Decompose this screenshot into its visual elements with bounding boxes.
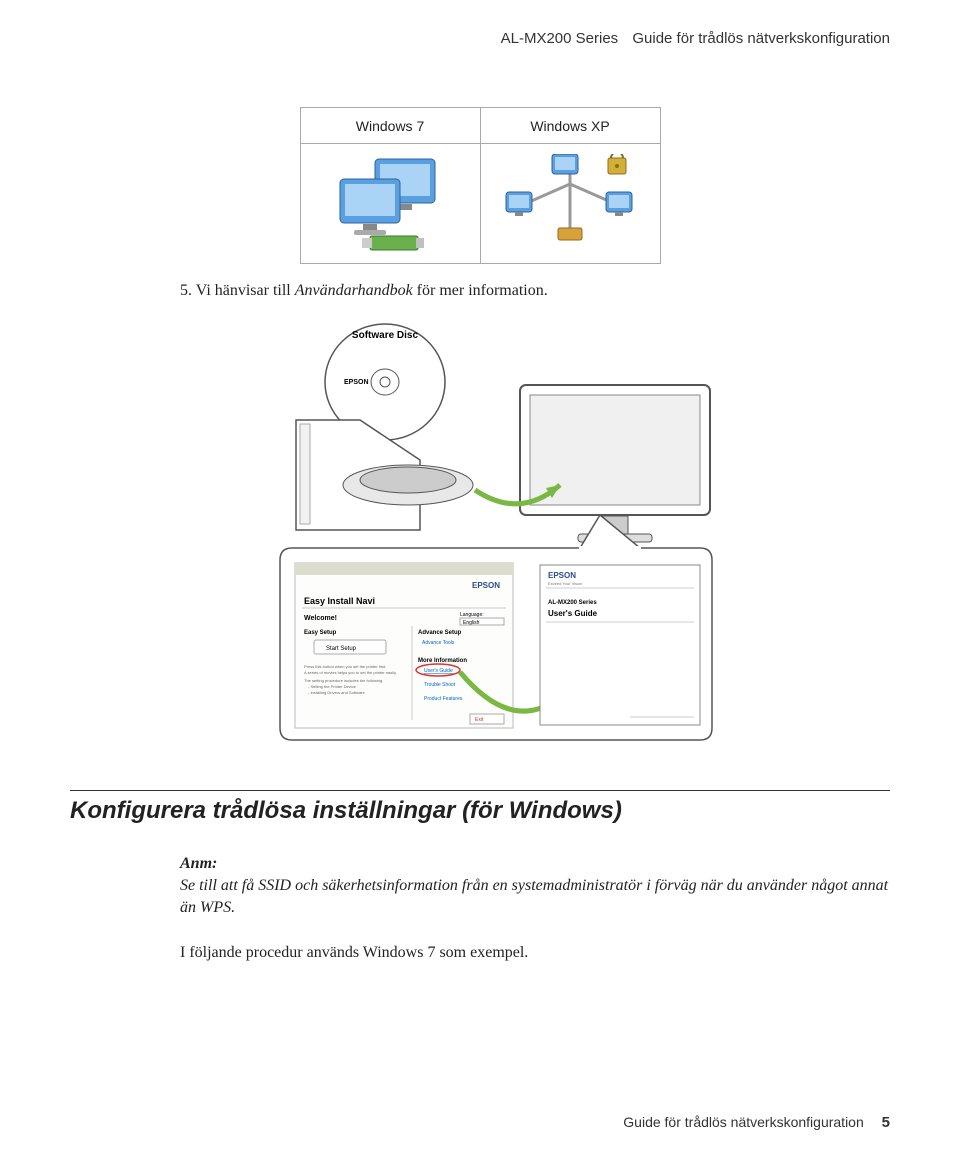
- navi-title: Easy Install Navi: [304, 596, 375, 606]
- procedure-text: I följande procedur används Windows 7 so…: [180, 944, 890, 962]
- page-number: 5: [882, 1114, 890, 1131]
- note-body: Se till att få SSID och säkerhetsinforma…: [180, 875, 890, 918]
- navi-exit: Exit: [475, 717, 484, 723]
- disc-label: Software Disc: [352, 330, 419, 341]
- navi-trouble: Trouble Shoot: [424, 682, 456, 688]
- page-header: AL-MX200 Series Guide för trådlös nätver…: [70, 30, 890, 47]
- navi-hint3: The setting procedure includes the follo…: [304, 678, 383, 683]
- users-guide-doc: EPSON Exceed Your Vision AL-MX200 Series…: [540, 565, 700, 725]
- navi-hint1: Press this button when you set the print…: [304, 664, 386, 669]
- section-heading: Konfigurera trådlösa inställningar (för …: [70, 797, 890, 825]
- footer-text: Guide för trådlös nätverkskonfiguration: [623, 1114, 863, 1130]
- step-prefix: Vi hänvisar till: [196, 282, 295, 299]
- step-number: 5.: [180, 282, 192, 299]
- disc-brand: EPSON: [344, 379, 369, 386]
- guide-title: User's Guide: [548, 609, 598, 618]
- navi-hint5: - Installing Drivers and Software: [308, 690, 365, 695]
- step-5-text: 5. Vi hänvisar till Användarhandbok för …: [180, 282, 890, 300]
- os-header-winxp: Windows XP: [480, 108, 660, 144]
- os-table: Windows 7 Windows XP: [300, 107, 661, 264]
- guide-series: AL-MX200 Series: [548, 600, 597, 606]
- navi-more: More Information: [418, 658, 467, 664]
- navi-adv-tools: Advance Tools: [422, 640, 455, 646]
- section-rule: [70, 790, 890, 791]
- pc-tray-icon: [296, 420, 473, 530]
- navi-adv: Advance Setup: [418, 630, 462, 636]
- install-navi-window: EPSON Easy Install Navi Welcome! Languag…: [295, 563, 513, 728]
- network-lock-icon: [500, 154, 640, 254]
- install-diagram: Software Disc EPSON EPSON Easy Install N…: [220, 320, 740, 750]
- svg-text:Exceed Your Vision: Exceed Your Vision: [548, 581, 582, 586]
- os-icon-winxp: [480, 144, 660, 264]
- product-name: AL-MX200 Series: [501, 30, 619, 47]
- navi-users-guide-link: User's Guide: [424, 668, 453, 674]
- navi-product: Product Features: [424, 696, 463, 702]
- navi-brand: EPSON: [472, 581, 500, 590]
- os-header-win7: Windows 7: [300, 108, 480, 144]
- step-suffix: för mer information.: [413, 282, 548, 299]
- navi-hint2: A series of movies helps you to set the …: [304, 670, 397, 675]
- monitors-icon: [320, 154, 460, 254]
- navi-lang-value: English: [463, 620, 480, 626]
- navi-easy-setup: Easy Setup: [304, 630, 337, 636]
- step-emph: Användarhandbok: [295, 282, 413, 299]
- os-icon-win7: [300, 144, 480, 264]
- navi-lang-label: Language:: [460, 612, 484, 618]
- navi-welcome: Welcome!: [304, 615, 337, 622]
- monitor-icon: [520, 385, 710, 542]
- navi-start: Start Setup: [326, 646, 357, 652]
- doc-title: Guide för trådlös nätverkskonfiguration: [632, 30, 890, 47]
- page-footer: Guide för trådlös nätverkskonfiguration …: [623, 1114, 890, 1131]
- note-label: Anm:: [180, 855, 890, 873]
- navi-hint4: - Setting the Printer Device: [308, 684, 357, 689]
- guide-brand: EPSON: [548, 571, 576, 580]
